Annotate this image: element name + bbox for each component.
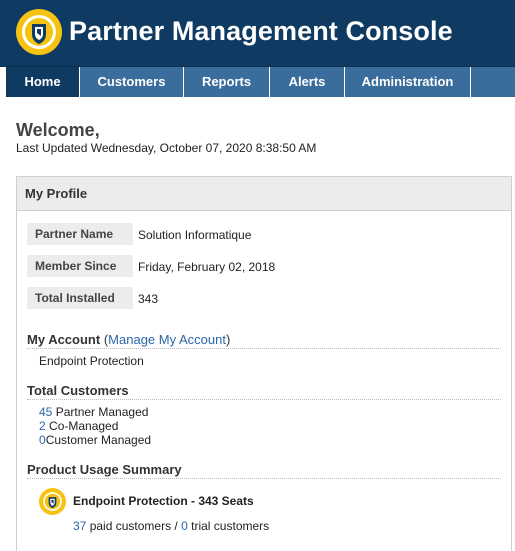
account-product: Endpoint Protection xyxy=(39,354,144,368)
my-account-title: My Account xyxy=(27,332,101,347)
customer-managed-label: Customer Managed xyxy=(45,433,152,447)
profile-panel-title: My Profile xyxy=(17,177,511,211)
co-managed-label: Co-Managed xyxy=(49,419,119,433)
paid-customers-label: paid customers xyxy=(89,519,172,533)
total-customers-heading: Total Customers xyxy=(27,383,501,400)
last-updated-text: Last Updated Wednesday, October 07, 2020… xyxy=(16,141,317,155)
tab-reports[interactable]: Reports xyxy=(184,67,270,97)
partner-managed-label: Partner Managed xyxy=(55,405,149,419)
customer-managed-count-link[interactable]: 0 xyxy=(39,433,46,447)
usage-summary-heading: Product Usage Summary xyxy=(27,462,501,479)
app-title: Partner Management Console xyxy=(69,16,453,46)
app-header: Partner Management Console xyxy=(0,0,515,66)
product-usage-name: Endpoint Protection - 343 Seats xyxy=(73,494,254,508)
customer-count-row: 0Customer Managed xyxy=(39,433,151,447)
member-since-value: Friday, February 02, 2018 xyxy=(138,260,276,274)
customer-count-row: 2 Co-Managed xyxy=(39,419,118,433)
co-managed-count-link[interactable]: 2 xyxy=(39,419,46,433)
tab-customers[interactable]: Customers xyxy=(80,67,184,97)
nav-filler xyxy=(471,67,515,97)
manage-account-link[interactable]: Manage My Account xyxy=(108,332,226,347)
tab-administration[interactable]: Administration xyxy=(345,67,471,97)
product-usage-customers: 37 paid customers / 0 trial customers xyxy=(73,519,269,533)
member-since-label: Member Since xyxy=(27,255,133,277)
partner-name-label: Partner Name xyxy=(27,223,133,245)
total-installed-label: Total Installed xyxy=(27,287,133,309)
main-nav: Home Customers Reports Alerts Administra… xyxy=(0,66,515,97)
customer-count-row: 45 Partner Managed xyxy=(39,405,148,419)
shield-product-icon xyxy=(39,488,66,515)
trial-customers-label: trial customers xyxy=(191,519,270,533)
close-paren: ) xyxy=(225,332,231,347)
paid-customers-count-link[interactable]: 37 xyxy=(73,519,86,533)
tab-alerts[interactable]: Alerts xyxy=(270,67,345,97)
total-installed-value: 343 xyxy=(138,292,159,306)
my-account-heading: My Account (Manage My Account) xyxy=(27,332,501,349)
welcome-heading: Welcome, xyxy=(16,120,100,140)
shield-logo-icon xyxy=(16,9,62,55)
partner-managed-count-link[interactable]: 45 xyxy=(39,405,52,419)
tab-home[interactable]: Home xyxy=(6,67,80,97)
usage-separator: / xyxy=(174,519,178,533)
trial-customers-count-link[interactable]: 0 xyxy=(181,519,188,533)
profile-panel: My Profile Partner Name Solution Informa… xyxy=(16,176,512,551)
partner-name-value: Solution Informatique xyxy=(138,228,252,242)
